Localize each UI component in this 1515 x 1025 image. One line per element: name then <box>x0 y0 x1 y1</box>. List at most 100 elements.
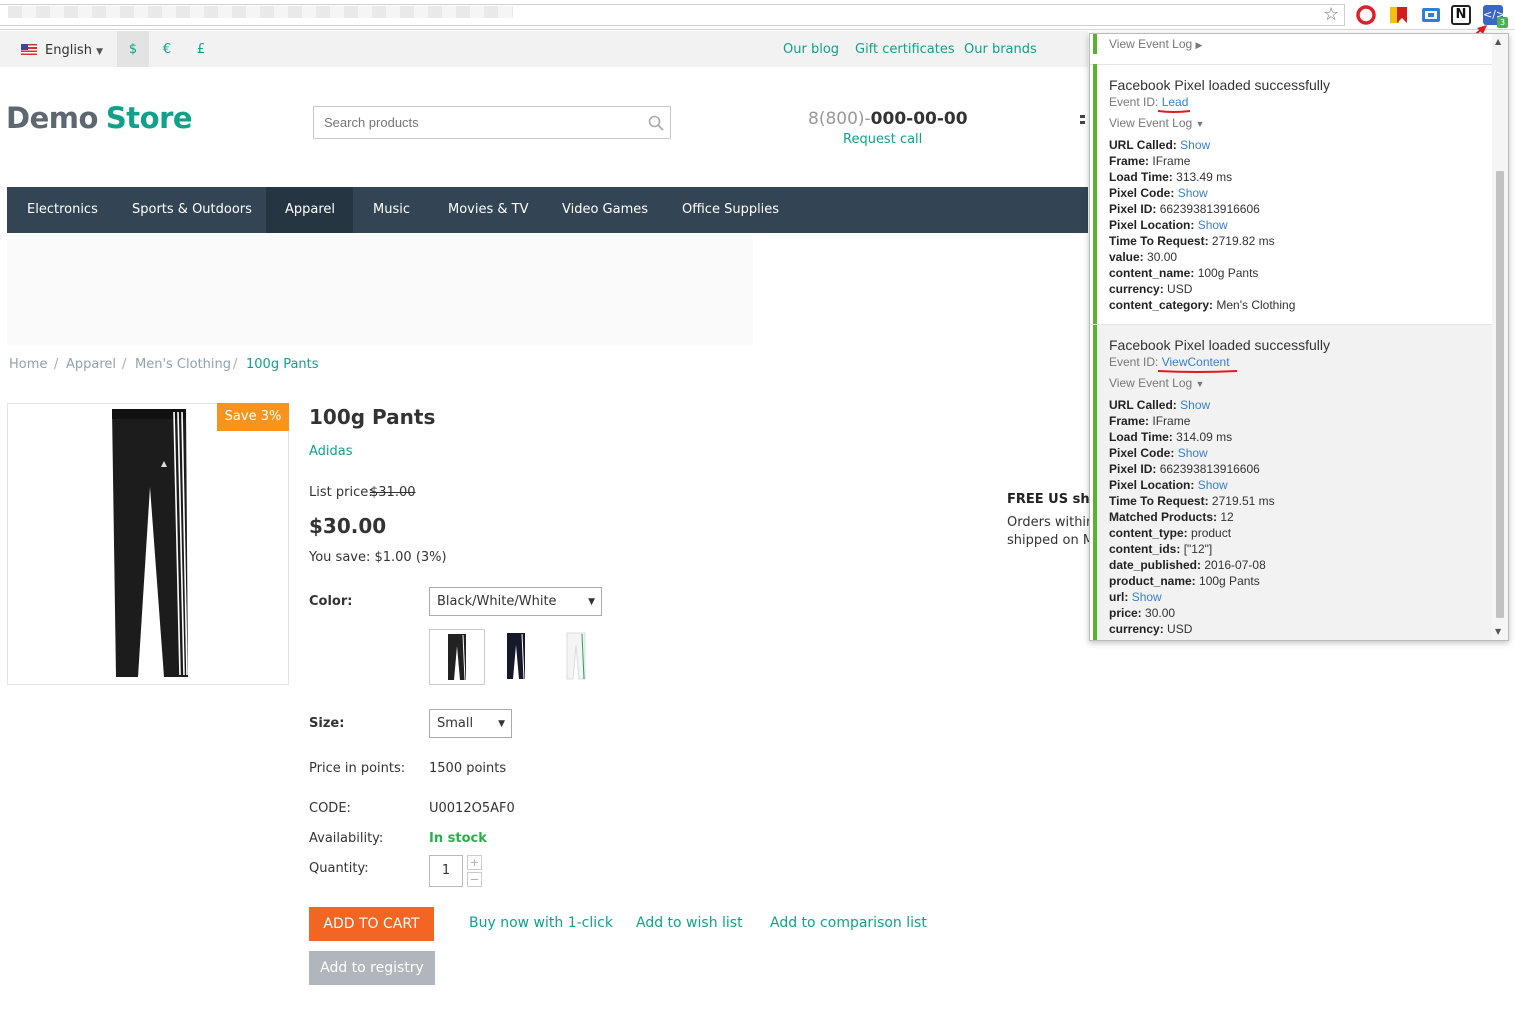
event-field-row: Pixel Location: Show <box>1109 478 1228 492</box>
brand-link[interactable]: Adidas <box>309 444 353 459</box>
event-field-key: URL Called: <box>1109 138 1177 152</box>
event-field-row: Time To Request: 2719.51 ms <box>1109 494 1275 508</box>
event-field-key: Pixel ID: <box>1109 202 1157 216</box>
event-field-key: content_type: <box>1109 526 1188 540</box>
search-box[interactable] <box>313 106 671 139</box>
color-select[interactable]: Black/White/White ▼ <box>429 587 602 616</box>
phone-number: 8(800)-000-00-00 <box>808 109 968 129</box>
cast-icon[interactable] <box>1421 5 1441 25</box>
show-link[interactable]: Show <box>1132 590 1162 604</box>
event-field-key: content_category: <box>1109 298 1214 312</box>
request-call-link[interactable]: Request call <box>843 132 922 147</box>
event-field-key: Time To Request: <box>1109 234 1209 248</box>
store-logo[interactable]: Demo Store <box>6 101 193 135</box>
event-field-key: Pixel Location: <box>1109 478 1195 492</box>
nav-music[interactable]: Music <box>353 187 430 233</box>
event-field-key: product_name: <box>1109 574 1196 588</box>
panel-scrollbar[interactable]: ▲ ▼ <box>1492 34 1508 640</box>
breadcrumb-apparel[interactable]: Apparel <box>66 357 116 372</box>
event-field-value: 2719.51 ms <box>1211 494 1275 508</box>
show-link[interactable]: Show <box>1178 186 1208 200</box>
add-to-registry-button[interactable]: Add to registry <box>309 951 435 985</box>
show-link[interactable]: Show <box>1198 478 1228 492</box>
nav-sports-outdoors[interactable]: Sports & Outdoors <box>112 187 272 233</box>
search-icon[interactable] <box>648 115 664 131</box>
code-label: CODE: <box>309 801 351 816</box>
view-event-log-toggle[interactable]: View Event Log ▼ <box>1109 376 1204 390</box>
opera-icon[interactable] <box>1356 5 1376 25</box>
pixel-status-title: Facebook Pixel loaded successfully <box>1109 77 1331 93</box>
breadcrumb-home[interactable]: Home <box>9 357 47 372</box>
currency-eur[interactable]: € <box>151 31 183 67</box>
availability-value: In stock <box>429 831 487 846</box>
breadcrumb-mens-clothing[interactable]: Men's Clothing <box>135 357 231 372</box>
event-field-key: content_name: <box>1109 266 1195 280</box>
language-selector[interactable]: English ▼ <box>45 31 103 72</box>
product-image[interactable] <box>7 403 289 685</box>
event-field-value: 100g Pants <box>1197 266 1259 280</box>
view-event-log-toggle[interactable]: View Event Log ▶ <box>1109 37 1202 51</box>
extension-badge: 3 <box>1497 17 1508 28</box>
scroll-up-icon[interactable]: ▲ <box>1495 37 1501 46</box>
event-field-row: Pixel ID: 662393813916606 <box>1109 462 1260 476</box>
color-label: Color: <box>309 594 353 609</box>
event-id-row: Event ID: ViewContent <box>1109 355 1230 369</box>
scrollbar-thumb[interactable] <box>1496 171 1504 618</box>
event-field-row: Pixel Location: Show <box>1109 218 1228 232</box>
show-link[interactable]: Show <box>1178 446 1208 460</box>
show-link[interactable]: Show <box>1180 398 1210 412</box>
quantity-minus-button[interactable]: − <box>467 872 482 887</box>
add-to-comparison-link[interactable]: Add to comparison list <box>770 915 927 931</box>
nav-office-supplies[interactable]: Office Supplies <box>662 187 799 233</box>
event-field-row: Pixel ID: 662393813916606 <box>1109 202 1260 216</box>
buy-now-one-click-link[interactable]: Buy now with 1-click <box>469 915 613 931</box>
currency-usd[interactable]: $ <box>117 31 149 67</box>
event-field-key: currency: <box>1109 282 1164 296</box>
our-blog-link[interactable]: Our blog <box>783 31 839 69</box>
event-field-key: Pixel Code: <box>1109 446 1175 460</box>
view-event-log-toggle[interactable]: View Event Log ▼ <box>1109 116 1204 130</box>
our-brands-link[interactable]: Our brands <box>964 31 1037 69</box>
star-icon[interactable]: ☆ <box>1323 4 1339 25</box>
scroll-down-icon[interactable]: ▼ <box>1495 627 1501 636</box>
nav-video-games[interactable]: Video Games <box>542 187 668 233</box>
event-field-key: Frame: <box>1109 414 1150 428</box>
event-field-value: 2719.82 ms <box>1211 234 1275 248</box>
event-field-row: Frame: IFrame <box>1109 414 1190 428</box>
size-select[interactable]: Small ▼ <box>429 709 512 738</box>
show-link[interactable]: Show <box>1198 218 1228 232</box>
color-swatch-black-white[interactable] <box>429 629 485 685</box>
event-field-row: Load Time: 313.49 ms <box>1109 170 1232 184</box>
event-id-row: Event ID: Lead <box>1109 95 1189 109</box>
show-link[interactable]: Show <box>1180 138 1210 152</box>
bookmark-flag-icon[interactable] <box>1388 5 1408 25</box>
event-field-row: content_type: product <box>1109 526 1231 540</box>
event-field-value: IFrame <box>1152 154 1191 168</box>
event-field-row: product_name: 100g Pants <box>1109 574 1260 588</box>
pixel-helper-popup: View Event Log ▶ Facebook Pixel loaded s… <box>1089 33 1509 641</box>
add-to-cart-button[interactable]: ADD TO CART <box>309 907 434 941</box>
breadcrumb-separator: / <box>122 357 127 372</box>
color-swatch-white[interactable] <box>549 629 605 685</box>
cart-icon[interactable] <box>1080 115 1085 127</box>
event-field-row: Time To Request: 2719.82 ms <box>1109 234 1275 248</box>
banner-area <box>7 235 753 345</box>
quantity-label: Quantity: <box>309 861 369 876</box>
add-to-wishlist-link[interactable]: Add to wish list <box>636 915 743 931</box>
nav-electronics[interactable]: Electronics <box>7 187 118 233</box>
search-input[interactable] <box>314 107 634 138</box>
nav-movies-tv[interactable]: Movies & TV <box>428 187 548 233</box>
nav-apparel[interactable]: Apparel <box>266 187 353 233</box>
pixel-status-title: Facebook Pixel loaded successfully <box>1109 337 1331 353</box>
gift-certificates-link[interactable]: Gift certificates <box>855 31 955 69</box>
quantity-plus-button[interactable]: + <box>467 855 482 870</box>
currency-gbp[interactable]: £ <box>185 31 217 67</box>
event-field-key: date_published: <box>1109 558 1202 572</box>
color-swatch-navy[interactable] <box>489 629 545 685</box>
event-field-key: Load Time: <box>1109 170 1173 184</box>
event-field-key: Pixel Location: <box>1109 218 1195 232</box>
us-flag-icon <box>21 44 37 55</box>
event-field-key: Pixel Code: <box>1109 186 1175 200</box>
quantity-input[interactable]: 1 <box>429 855 463 887</box>
event-field-key: content_ids: <box>1109 542 1181 556</box>
